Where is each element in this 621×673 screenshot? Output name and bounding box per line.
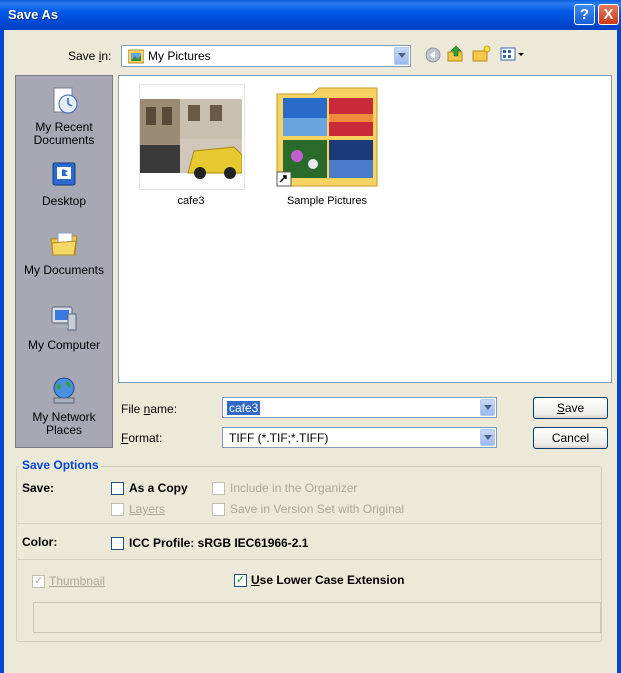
- chevron-down-icon[interactable]: [480, 429, 495, 446]
- title-bar: [0, 0, 621, 30]
- photo-thumbnail: [140, 99, 243, 179]
- status-panel: [33, 602, 601, 633]
- divider: [16, 523, 602, 524]
- up-folder-icon[interactable]: [447, 45, 465, 63]
- icc-profile-label: ICC Profile: sRGB IEC61966-2.1: [129, 536, 309, 550]
- thumbnail-checkbox[interactable]: ✓: [32, 575, 45, 588]
- lower-case-extension-label: Use Lower Case Extension: [251, 573, 405, 587]
- place-my-documents[interactable]: My Documents: [16, 229, 112, 277]
- color-label: Color:: [22, 535, 58, 549]
- chevron-down-icon[interactable]: [480, 399, 495, 416]
- places-bar: My Recent Documents Desktop My Documents…: [15, 75, 113, 448]
- file-name-value: cafe3: [227, 401, 261, 415]
- icc-profile-checkbox[interactable]: [111, 537, 124, 550]
- file-list[interactable]: cafe3 Sample Pictures: [118, 75, 612, 383]
- as-a-copy-checkbox[interactable]: [111, 482, 124, 495]
- place-network-places[interactable]: My Network Places: [16, 376, 112, 437]
- save-options-heading: Save Options: [20, 458, 101, 472]
- file-item-cafe3-thumb[interactable]: [139, 84, 245, 190]
- save-label: Save:: [22, 481, 55, 495]
- place-desktop[interactable]: Desktop: [16, 160, 112, 208]
- my-documents-icon: [50, 232, 78, 256]
- back-icon[interactable]: [425, 47, 441, 63]
- chevron-down-icon[interactable]: [394, 47, 409, 65]
- my-computer-icon: [51, 306, 77, 331]
- save-in-value: My Pictures: [148, 49, 211, 63]
- recent-documents-icon: [53, 87, 78, 114]
- thumbnail-label: Thumbnail: [49, 574, 106, 588]
- file-name-input[interactable]: cafe3: [222, 397, 497, 418]
- file-name-label: File name:: [121, 402, 178, 416]
- format-dropdown[interactable]: TIFF (*.TIF;*.TIFF): [222, 427, 497, 448]
- file-item-sample-pictures-name[interactable]: Sample Pictures: [275, 195, 379, 207]
- save-button[interactable]: Save: [533, 397, 608, 419]
- include-organizer-checkbox[interactable]: [212, 482, 225, 495]
- window-frame-right: [617, 30, 621, 673]
- format-label: Format:: [121, 431, 163, 445]
- layers-checkbox[interactable]: [111, 503, 124, 516]
- close-button[interactable]: X: [598, 4, 619, 25]
- layers-label: Layers: [129, 502, 166, 516]
- file-item-sample-pictures-thumb[interactable]: [275, 84, 379, 188]
- place-recent-documents[interactable]: My Recent Documents: [16, 86, 112, 147]
- cancel-button[interactable]: Cancel: [533, 427, 608, 449]
- views-menu-icon[interactable]: [500, 46, 526, 62]
- window-frame-left: [0, 30, 4, 673]
- new-folder-icon[interactable]: [472, 45, 492, 63]
- window-title: Save As: [8, 7, 59, 22]
- include-organizer-label: Include in the Organizer: [230, 481, 358, 495]
- format-value: TIFF (*.TIF;*.TIFF): [229, 431, 329, 445]
- folder-icon: [276, 87, 378, 187]
- save-in-dropdown[interactable]: My Pictures: [121, 45, 411, 67]
- divider: [16, 559, 602, 560]
- save-in-label: Save in:: [68, 49, 112, 63]
- help-button[interactable]: ?: [574, 4, 595, 25]
- file-item-cafe3-name[interactable]: cafe3: [139, 195, 243, 207]
- place-my-computer[interactable]: My Computer: [16, 304, 112, 352]
- as-a-copy-label: As a Copy: [129, 481, 188, 495]
- desktop-icon: [52, 162, 76, 186]
- version-set-label: Save in Version Set with Original: [230, 502, 405, 516]
- pictures-folder-icon: [128, 49, 144, 64]
- version-set-checkbox[interactable]: [212, 503, 225, 516]
- network-places-icon: [53, 377, 75, 404]
- lower-case-extension-checkbox[interactable]: ✓: [234, 574, 247, 587]
